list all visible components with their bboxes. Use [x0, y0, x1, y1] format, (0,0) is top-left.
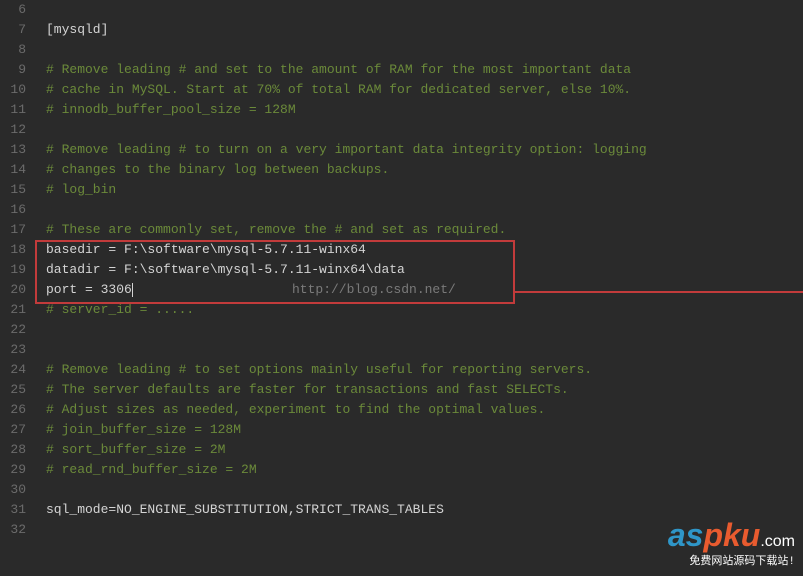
- line-number: 28: [4, 440, 26, 460]
- code-line[interactable]: # Remove leading # and set to the amount…: [46, 60, 803, 80]
- code-line[interactable]: [46, 40, 803, 60]
- line-number: 7: [4, 20, 26, 40]
- code-line[interactable]: [mysqld]: [46, 20, 803, 40]
- line-number: 23: [4, 340, 26, 360]
- code-line[interactable]: sql_mode=NO_ENGINE_SUBSTITUTION,STRICT_T…: [46, 500, 803, 520]
- code-area[interactable]: [mysqld] # Remove leading # and set to t…: [34, 0, 803, 576]
- code-line[interactable]: [46, 520, 803, 540]
- code-line[interactable]: port = 3306: [46, 280, 803, 300]
- code-line[interactable]: basedir = F:\software\mysql-5.7.11-winx6…: [46, 240, 803, 260]
- line-number: 19: [4, 260, 26, 280]
- line-number: 32: [4, 520, 26, 540]
- code-line[interactable]: # log_bin: [46, 180, 803, 200]
- code-line[interactable]: # changes to the binary log between back…: [46, 160, 803, 180]
- line-number: 31: [4, 500, 26, 520]
- line-number: 27: [4, 420, 26, 440]
- code-line[interactable]: # These are commonly set, remove the # a…: [46, 220, 803, 240]
- code-line[interactable]: # join_buffer_size = 128M: [46, 420, 803, 440]
- code-line[interactable]: # The server defaults are faster for tra…: [46, 380, 803, 400]
- code-line[interactable]: # Remove leading # to set options mainly…: [46, 360, 803, 380]
- code-line[interactable]: [46, 320, 803, 340]
- line-number: 17: [4, 220, 26, 240]
- line-number: 25: [4, 380, 26, 400]
- line-number: 12: [4, 120, 26, 140]
- line-number: 24: [4, 360, 26, 380]
- code-line[interactable]: [46, 340, 803, 360]
- code-line[interactable]: # cache in MySQL. Start at 70% of total …: [46, 80, 803, 100]
- line-number: 15: [4, 180, 26, 200]
- code-line[interactable]: # Adjust sizes as needed, experiment to …: [46, 400, 803, 420]
- line-number: 29: [4, 460, 26, 480]
- line-number: 11: [4, 100, 26, 120]
- code-line[interactable]: # Remove leading # to turn on a very imp…: [46, 140, 803, 160]
- line-number: 9: [4, 60, 26, 80]
- code-line[interactable]: # server_id = .....: [46, 300, 803, 320]
- code-editor[interactable]: 6 7 8 9 10 11 12 13 14 15 16 17 18 19 20…: [0, 0, 803, 576]
- line-number: 30: [4, 480, 26, 500]
- code-line[interactable]: datadir = F:\software\mysql-5.7.11-winx6…: [46, 260, 803, 280]
- code-line[interactable]: [46, 120, 803, 140]
- line-number: 18: [4, 240, 26, 260]
- line-number-gutter: 6 7 8 9 10 11 12 13 14 15 16 17 18 19 20…: [0, 0, 34, 576]
- code-line[interactable]: # read_rnd_buffer_size = 2M: [46, 460, 803, 480]
- code-line[interactable]: [46, 0, 803, 20]
- line-number: 13: [4, 140, 26, 160]
- line-number: 14: [4, 160, 26, 180]
- text-cursor: [132, 283, 133, 297]
- line-number: 10: [4, 80, 26, 100]
- code-line[interactable]: # innodb_buffer_pool_size = 128M: [46, 100, 803, 120]
- line-number: 6: [4, 0, 26, 20]
- code-line[interactable]: [46, 480, 803, 500]
- line-number: 16: [4, 200, 26, 220]
- code-line[interactable]: # sort_buffer_size = 2M: [46, 440, 803, 460]
- code-line[interactable]: [46, 200, 803, 220]
- line-number: 20: [4, 280, 26, 300]
- line-number: 21: [4, 300, 26, 320]
- line-number: 22: [4, 320, 26, 340]
- line-number: 8: [4, 40, 26, 60]
- line-number: 26: [4, 400, 26, 420]
